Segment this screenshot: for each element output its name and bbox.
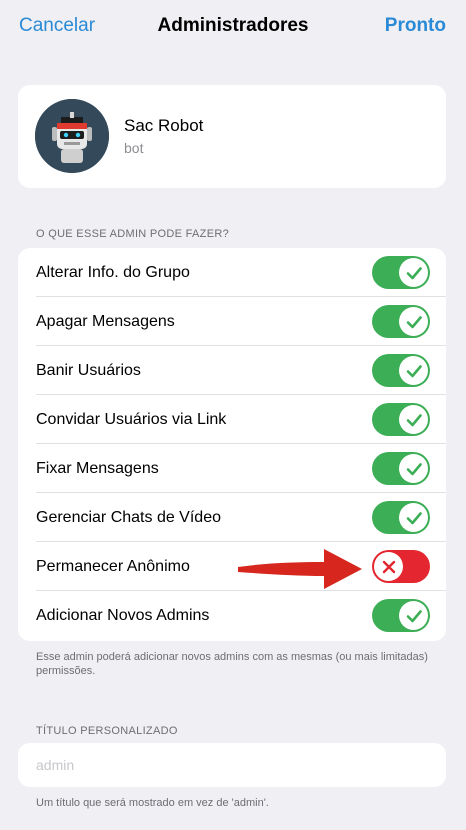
check-icon: [399, 356, 428, 385]
permission-toggle[interactable]: [372, 550, 430, 583]
navigation-bar: Cancelar Pronto: [0, 0, 466, 52]
permission-toggle[interactable]: [372, 305, 430, 338]
check-icon: [399, 601, 428, 630]
permission-row-change-info: Alterar Info. do Grupo: [18, 248, 446, 297]
permission-toggle[interactable]: [372, 501, 430, 534]
permission-toggle[interactable]: [372, 403, 430, 436]
check-icon: [399, 454, 428, 483]
profile-name: Sac Robot: [124, 116, 204, 135]
permission-label: Convidar Usuários via Link: [36, 410, 227, 428]
permission-label: Banir Usuários: [36, 361, 141, 379]
permission-row-add-admins: Adicionar Novos Admins: [18, 591, 446, 640]
done-button[interactable]: Pronto: [385, 15, 446, 37]
permission-label: Gerenciar Chats de Vídeo: [36, 508, 221, 526]
x-icon: [374, 552, 403, 581]
custom-title-header: TÍTULO PERSONALIZADO: [36, 725, 178, 737]
permission-toggle[interactable]: [372, 256, 430, 289]
permissions-footer: Esse admin poderá adicionar novos admins…: [36, 651, 428, 677]
permission-label: Permanecer Anônimo: [36, 557, 190, 575]
permission-row-delete-messages: Apagar Mensagens: [18, 297, 446, 346]
permission-row-ban-users: Banir Usuários: [18, 346, 446, 395]
check-icon: [399, 307, 428, 336]
permission-row-pin-messages: Fixar Mensagens: [18, 444, 446, 493]
custom-title-card: [18, 743, 446, 787]
annotation-arrow-icon: [238, 549, 362, 589]
profile-card: Sac Robot bot: [18, 85, 446, 188]
robot-icon: [35, 99, 109, 173]
permissions-list: Alterar Info. do Grupo Apagar Mensagens …: [18, 248, 446, 641]
profile-subtitle: bot: [124, 140, 144, 156]
permission-label: Fixar Mensagens: [36, 459, 159, 477]
permission-label: Apagar Mensagens: [36, 312, 175, 330]
cancel-button[interactable]: Cancelar: [19, 15, 95, 37]
permission-row-invite-link: Convidar Usuários via Link: [18, 395, 446, 444]
check-icon: [399, 405, 428, 434]
permission-row-remain-anonymous: Permanecer Anônimo: [18, 542, 446, 591]
permission-toggle[interactable]: [372, 354, 430, 387]
check-icon: [399, 258, 428, 287]
permission-toggle[interactable]: [372, 452, 430, 485]
custom-title-footer: Um título que será mostrado em vez de 'a…: [36, 797, 269, 809]
avatar: [35, 99, 109, 173]
permissions-header: O QUE ESSE ADMIN PODE FAZER?: [36, 228, 229, 240]
custom-title-input[interactable]: [36, 755, 426, 775]
permission-label: Adicionar Novos Admins: [36, 606, 210, 624]
permission-toggle[interactable]: [372, 599, 430, 632]
permission-label: Alterar Info. do Grupo: [36, 263, 190, 281]
permission-row-video-chats: Gerenciar Chats de Vídeo: [18, 493, 446, 542]
check-icon: [399, 503, 428, 532]
